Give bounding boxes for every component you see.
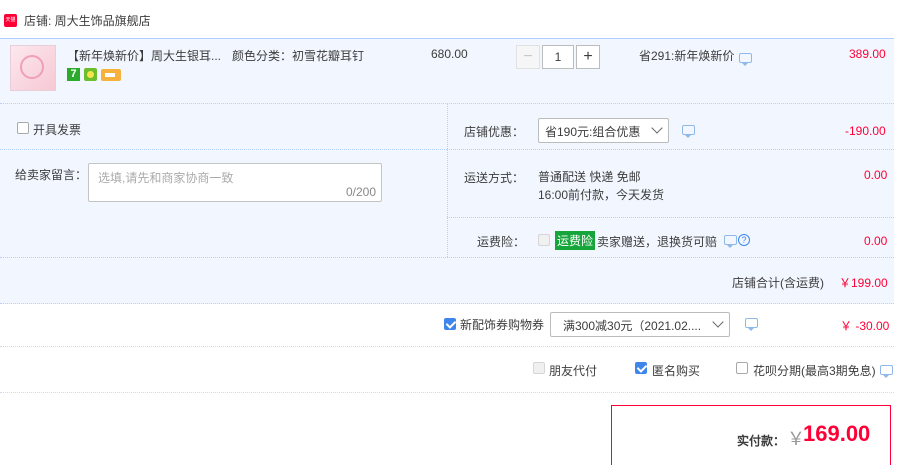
- item-subtotal: 389.00: [849, 47, 886, 61]
- discount-label: 店铺优惠：: [464, 125, 525, 139]
- item-thumbnail[interactable]: [10, 45, 56, 91]
- invoice-checkbox[interactable]: [17, 122, 29, 134]
- coupon-label[interactable]: 新配饰券购物券: [460, 316, 544, 333]
- comment-icon[interactable]: [880, 365, 893, 378]
- credit-card-icon: [101, 69, 121, 81]
- payment-label: 实付款：: [737, 434, 786, 448]
- order-options-panel: 开具发票 给卖家留言： 选填,请先和商家协商一致 0/200 店铺优惠： 省19…: [0, 103, 894, 304]
- anonymous-label[interactable]: 匿名购买: [652, 362, 700, 379]
- coupon-checkbox[interactable]: [444, 318, 456, 330]
- payment-amount: 169.00: [803, 421, 871, 446]
- coupon-select[interactable]: 满300减30元（2021.02....: [550, 312, 730, 337]
- discount-amount: -190.00: [845, 124, 886, 138]
- message-textarea[interactable]: 选填,请先和商家协商一致 0/200: [88, 163, 382, 202]
- item-title[interactable]: 【新年焕新价】周大生银耳...: [67, 47, 221, 64]
- chevron-down-icon: [651, 122, 663, 134]
- options-divider: [0, 392, 894, 393]
- column-separator: [447, 104, 448, 257]
- coupon-selected-value: 满300减30元（2021.02....: [563, 319, 702, 333]
- shipping-method: 普通配送 快递 免邮: [538, 170, 641, 184]
- message-label: 给卖家留言：: [15, 168, 88, 182]
- quantity-stepper: − 1 +: [516, 45, 601, 69]
- message-placeholder: 选填,请先和商家协商一致: [98, 171, 234, 185]
- left-divider: [0, 149, 447, 150]
- comment-icon[interactable]: [745, 318, 758, 331]
- shipping-note: 16:00前付款，今天发货: [538, 188, 665, 202]
- shop-total-amount: ￥199.00: [839, 276, 888, 290]
- friend-pay-label[interactable]: 朋友代付: [549, 362, 597, 379]
- huabei-checkbox[interactable]: [736, 362, 748, 374]
- comment-icon[interactable]: [739, 53, 752, 66]
- quantity-plus-button[interactable]: +: [576, 45, 600, 69]
- payment-total-box: 实付款： ￥ 169.00: [611, 405, 891, 465]
- item-unit-price: 680.00: [431, 47, 468, 61]
- item-promo: 省291:新年焕新价: [639, 49, 735, 63]
- guarantee-icon: [84, 68, 97, 81]
- tmall-badge-icon: 天猫: [4, 14, 17, 27]
- item-sku: 颜色分类：初雪花瓣耳钉: [232, 49, 365, 63]
- quantity-input[interactable]: 1: [542, 45, 574, 69]
- coupon-divider: [0, 346, 894, 347]
- full-divider: [0, 257, 894, 258]
- chevron-down-icon: [712, 316, 724, 328]
- friend-pay-checkbox[interactable]: [533, 362, 545, 374]
- insurance-amount: 0.00: [864, 234, 888, 248]
- insurance-text: 卖家赠送，退换货可赔: [597, 235, 718, 249]
- right-divider-2: [447, 217, 894, 218]
- right-divider-1: [447, 149, 894, 150]
- item-row: 【新年焕新价】周大生银耳... 颜色分类：初雪花瓣耳钉 7 680.00 − 1…: [0, 38, 894, 104]
- huabei-label[interactable]: 花呗分期(最高3期免息): [753, 362, 876, 379]
- comment-icon[interactable]: [682, 125, 695, 138]
- shop-total-label: 店铺合计(含运费): [732, 276, 824, 290]
- shipping-amount: 0.00: [864, 168, 888, 182]
- shop-name[interactable]: 店铺: 周大生饰品旗舰店: [24, 12, 151, 29]
- insurance-label: 运费险：: [477, 235, 526, 249]
- insurance-tag: 运费险: [555, 231, 596, 250]
- anonymous-checkbox[interactable]: [635, 362, 647, 374]
- help-icon[interactable]: ?: [738, 234, 750, 246]
- invoice-label[interactable]: 开具发票: [33, 121, 81, 138]
- discount-select[interactable]: 省190元:组合优惠: [538, 118, 669, 143]
- shipping-label: 运送方式：: [464, 171, 525, 185]
- insurance-checkbox[interactable]: [538, 234, 550, 246]
- seven-day-return-icon: 7: [67, 68, 80, 81]
- message-counter: 0/200: [345, 185, 376, 199]
- coupon-amount: ￥ -30.00: [840, 319, 890, 333]
- quantity-minus-button[interactable]: −: [516, 45, 540, 69]
- discount-selected-value: 省190元:组合优惠: [545, 125, 641, 139]
- comment-icon[interactable]: [724, 235, 737, 248]
